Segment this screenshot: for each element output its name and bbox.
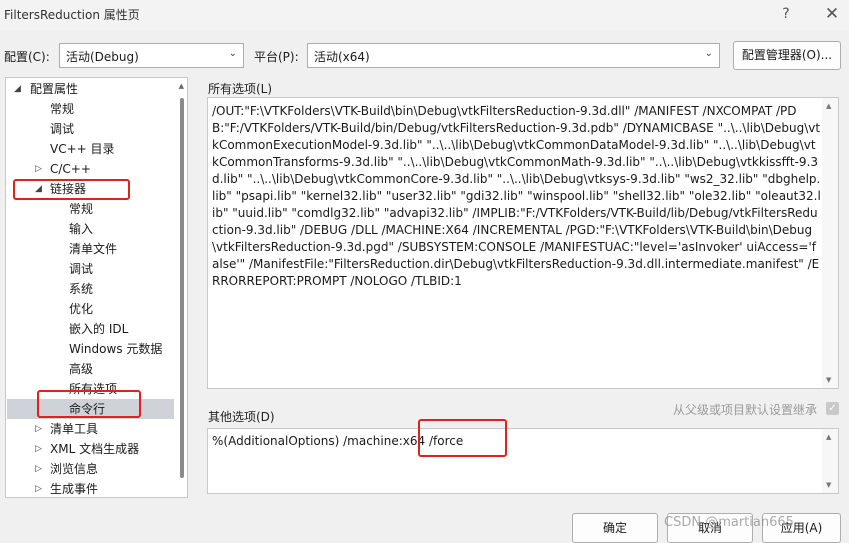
tree-collapsed-icon[interactable]: ▷: [35, 444, 45, 454]
tree-item-linker-command-line[interactable]: 命令行: [69, 399, 105, 419]
tree-item-build-events[interactable]: 生成事件: [50, 479, 98, 497]
platform-dropdown[interactable]: 活动(x64) ⌄: [307, 43, 720, 68]
watermark: CSDN @martian665: [664, 515, 794, 530]
config-label: 配置(C):: [4, 50, 50, 64]
all-options-label: 所有选项(L): [208, 82, 273, 96]
tree-item-linker-optimization[interactable]: 优化: [69, 299, 93, 319]
tree-item-linker-general[interactable]: 常规: [69, 199, 93, 219]
scroll-down-icon[interactable]: ▼: [826, 481, 831, 489]
config-manager-button[interactable]: 配置管理器(O)...: [733, 41, 841, 70]
scroll-down-icon[interactable]: ▼: [826, 376, 831, 384]
config-dropdown[interactable]: 活动(Debug) ⌄: [59, 43, 244, 68]
tree-item-linker-winmd[interactable]: Windows 元数据: [69, 339, 162, 359]
tree-item-xml-doc[interactable]: XML 文档生成器: [50, 439, 139, 459]
inherit-checkbox[interactable]: ✓: [826, 402, 839, 415]
close-button[interactable]: ✕: [818, 3, 846, 25]
tree-item-debugging[interactable]: 调试: [50, 119, 74, 139]
platform-value: 活动(x64): [314, 50, 370, 64]
tree-item-config-props[interactable]: 配置属性: [30, 79, 78, 99]
inherit-label: 从父级或项目默认设置继承: [673, 403, 818, 417]
tree-item-linker-debugging[interactable]: 调试: [69, 259, 93, 279]
scroll-up-icon[interactable]: ▲: [826, 102, 831, 110]
all-options-text: /OUT:"F:\VTKFolders\VTK-Build\bin\Debug\…: [212, 104, 821, 288]
all-options-scrollbar[interactable]: ▲ ▼: [822, 98, 838, 388]
scroll-up-icon[interactable]: ▲: [179, 82, 184, 90]
tree-collapsed-icon[interactable]: ▷: [35, 424, 45, 434]
title-bar: FiltersReduction 属性页 ? ✕: [0, 0, 849, 30]
tree-item-linker-input[interactable]: 输入: [69, 219, 93, 239]
window-title: FiltersReduction 属性页: [4, 8, 140, 22]
tree-item-vc-dirs[interactable]: VC++ 目录: [50, 139, 115, 159]
property-tree[interactable]: ◢ 配置属性 常规 调试 VC++ 目录 ▷ C/C++ ◢ 链接器 常规 输入…: [5, 77, 188, 498]
other-options-label: 其他选项(D): [208, 410, 275, 424]
tree-item-linker-all-options[interactable]: 所有选项: [69, 379, 117, 399]
all-options-textbox[interactable]: /OUT:"F:\VTKFolders\VTK-Build\bin\Debug\…: [207, 97, 839, 389]
chevron-down-icon: ⌄: [228, 48, 237, 59]
tree-expanded-icon[interactable]: ◢: [35, 184, 45, 194]
ok-button[interactable]: 确定: [572, 513, 658, 543]
tree-collapsed-icon[interactable]: ▷: [35, 464, 45, 474]
tree-item-linker[interactable]: 链接器: [50, 179, 86, 199]
tree-item-general[interactable]: 常规: [50, 99, 74, 119]
tree-item-cpp[interactable]: C/C++: [50, 159, 91, 179]
tree-collapsed-icon[interactable]: ▷: [35, 484, 45, 494]
tree-item-browse-info[interactable]: 浏览信息: [50, 459, 98, 479]
other-options-scrollbar[interactable]: ▲ ▼: [822, 429, 838, 493]
config-value: 活动(Debug): [66, 50, 139, 64]
tree-collapsed-icon[interactable]: ▷: [35, 164, 45, 174]
help-button[interactable]: ?: [772, 3, 800, 25]
tree-scrollbar-thumb[interactable]: [180, 98, 184, 478]
tree-item-linker-advanced[interactable]: 高级: [69, 359, 93, 379]
tree-expanded-icon[interactable]: ◢: [14, 84, 24, 94]
tree-item-linker-system[interactable]: 系统: [69, 279, 93, 299]
chevron-down-icon: ⌄: [704, 48, 713, 59]
scroll-up-icon[interactable]: ▲: [826, 433, 831, 441]
tree-item-linker-embedded-idl[interactable]: 嵌入的 IDL: [69, 319, 128, 339]
tree-item-linker-manifest[interactable]: 清单文件: [69, 239, 117, 259]
other-options-text: %(AdditionalOptions) /machine:x64 /force: [212, 434, 464, 448]
tree-item-manifest-tool[interactable]: 清单工具: [50, 419, 98, 439]
platform-label: 平台(P):: [254, 50, 299, 64]
other-options-input[interactable]: %(AdditionalOptions) /machine:x64 /force…: [207, 428, 839, 494]
